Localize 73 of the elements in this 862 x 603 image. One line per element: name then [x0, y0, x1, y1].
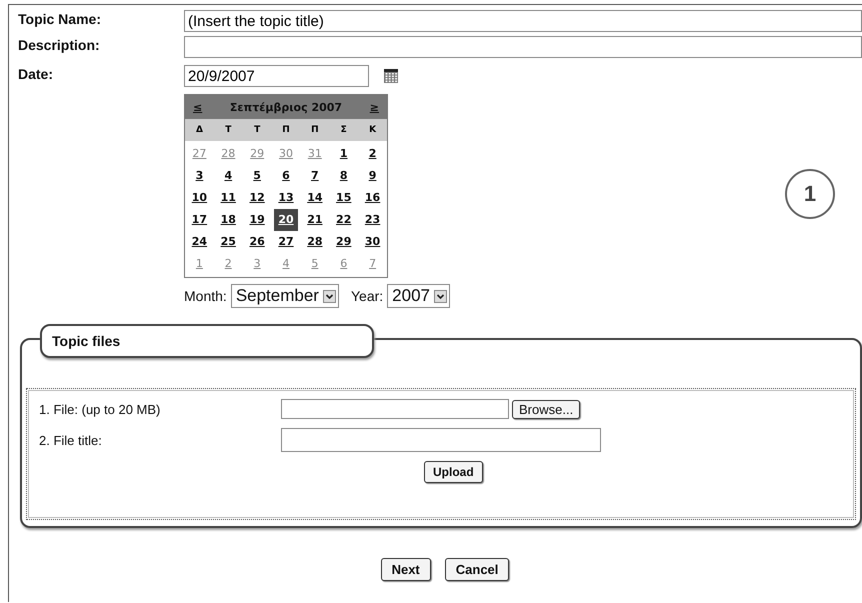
- calendar-day[interactable]: 23: [360, 209, 385, 231]
- calendar-day[interactable]: 27: [187, 143, 212, 165]
- calendar-day[interactable]: 25: [216, 231, 241, 253]
- calendar-day[interactable]: 2: [360, 143, 385, 165]
- weekday-label: Τ: [224, 125, 232, 135]
- weekday-label: Π: [281, 125, 291, 135]
- calendar-day[interactable]: 17: [187, 209, 212, 231]
- next-month-link[interactable]: ≥: [370, 100, 379, 114]
- calendar-day[interactable]: 13: [274, 187, 298, 209]
- previous-month-link[interactable]: ≤: [193, 100, 202, 114]
- browse-button[interactable]: Browse...: [512, 400, 580, 418]
- calendar-day[interactable]: 7: [302, 165, 328, 187]
- calendar-day[interactable]: 14: [302, 187, 328, 209]
- calendar-day[interactable]: 5: [302, 253, 328, 275]
- calendar-day[interactable]: 30: [274, 143, 298, 165]
- calendar-day[interactable]: 11: [216, 187, 241, 209]
- year-dropdown[interactable]: 2007: [387, 284, 450, 308]
- calendar-day[interactable]: 12: [244, 187, 270, 209]
- calendar-day[interactable]: 20: [274, 209, 298, 231]
- calendar-day[interactable]: 16: [360, 187, 385, 209]
- weekday-label: Π: [310, 125, 320, 135]
- calendar-day[interactable]: 30: [360, 231, 385, 253]
- calendar-day[interactable]: 8: [331, 165, 356, 187]
- form-button[interactable]: Cancel: [444, 558, 510, 581]
- text-field[interactable]: [184, 36, 862, 58]
- calendar-day[interactable]: 24: [187, 231, 212, 253]
- field-label: Description:: [18, 36, 101, 53]
- calendar-day[interactable]: 28: [302, 231, 328, 253]
- calendar-day[interactable]: 29: [244, 143, 270, 165]
- calendar-title: Σεπτέμβριος 2007: [230, 100, 342, 114]
- month-label: Month:: [184, 288, 227, 304]
- calendar-day[interactable]: 10: [187, 187, 212, 209]
- calendar-day[interactable]: 3: [187, 165, 212, 187]
- field-label: 1. File: (up to 20 MB): [39, 402, 162, 416]
- weekday-label: Κ: [368, 125, 378, 135]
- calendar-icon[interactable]: [383, 68, 399, 84]
- field-label: 2. File title:: [39, 432, 103, 448]
- calendar-day[interactable]: 15: [331, 187, 356, 209]
- calendar-day[interactable]: 3: [244, 253, 270, 275]
- month-dropdown[interactable]: September: [230, 284, 339, 308]
- calendar-day[interactable]: 7: [360, 253, 385, 275]
- calendar-day[interactable]: 22: [331, 209, 356, 231]
- calendar-day[interactable]: 1: [331, 143, 356, 165]
- calendar-day[interactable]: 9: [360, 165, 385, 187]
- calendar-day[interactable]: 5: [244, 165, 270, 187]
- calendar-day[interactable]: 6: [331, 253, 356, 275]
- calendar-day[interactable]: 19: [244, 209, 270, 231]
- text-field[interactable]: [281, 428, 601, 452]
- file-field[interactable]: [281, 399, 509, 419]
- text-field[interactable]: (Insert the topic title): [184, 10, 862, 32]
- calendar-day[interactable]: 1: [187, 253, 212, 275]
- weekday-label: Τ: [253, 125, 262, 135]
- calendar-day[interactable]: 31: [302, 143, 328, 165]
- calendar-day[interactable]: 21: [302, 209, 328, 231]
- weekday-label: Δ: [194, 125, 204, 135]
- calendar-day[interactable]: 4: [216, 165, 241, 187]
- calendar-day[interactable]: 29: [331, 231, 356, 253]
- field-label: Date:: [18, 65, 54, 82]
- step-badge: 1: [785, 169, 835, 219]
- date-field[interactable]: 20/9/2007: [184, 65, 369, 87]
- calendar-day[interactable]: 2: [216, 253, 241, 275]
- calendar-day[interactable]: 26: [244, 231, 270, 253]
- calendar-day[interactable]: 18: [216, 209, 241, 231]
- field-label: Topic Name:: [18, 10, 102, 27]
- upload-button[interactable]: Upload: [424, 461, 483, 483]
- panel-legend: Topic files: [40, 324, 374, 358]
- form-button[interactable]: Next: [380, 558, 431, 581]
- calendar-day[interactable]: 4: [274, 253, 298, 275]
- calendar-day[interactable]: 6: [274, 165, 298, 187]
- calendar-day[interactable]: 27: [274, 231, 298, 253]
- year-label: Year:: [350, 288, 384, 304]
- weekday-label: Σ: [340, 125, 348, 135]
- calendar-day[interactable]: 28: [216, 143, 241, 165]
